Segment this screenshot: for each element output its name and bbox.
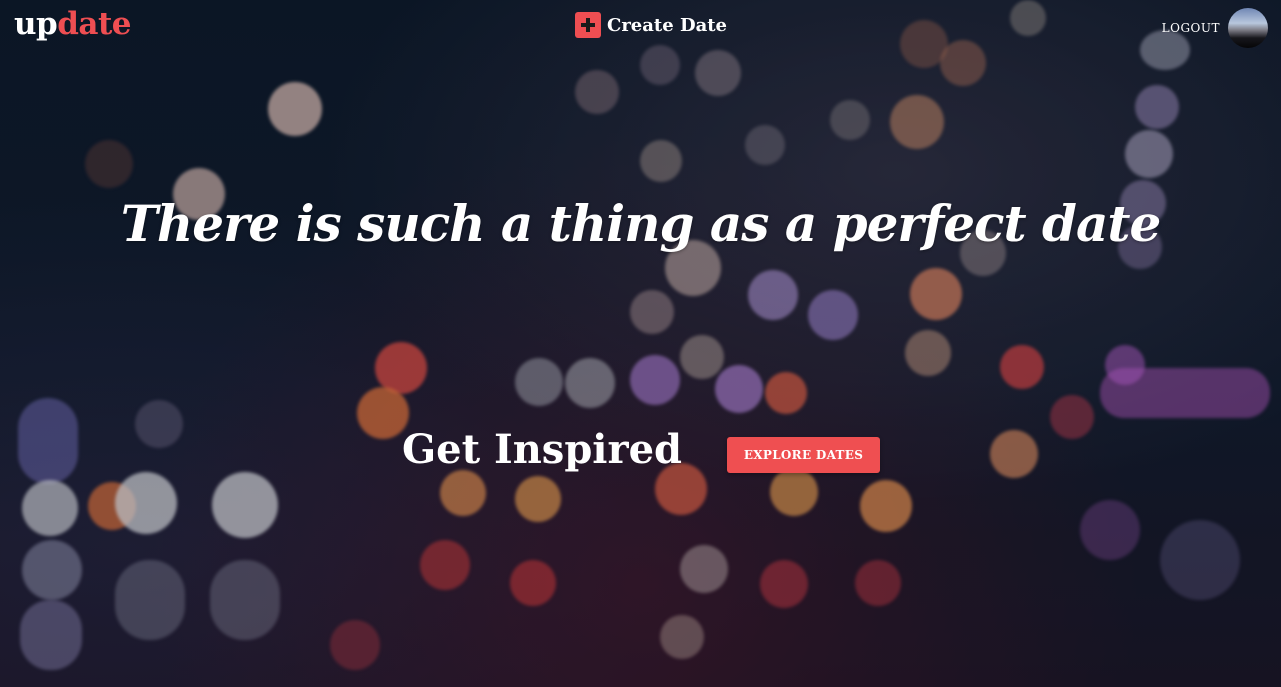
hero-headline: There is such a thing as a perfect date (120, 194, 1162, 253)
get-inspired-text: Get Inspired (402, 426, 682, 473)
user-avatar[interactable] (1228, 8, 1268, 48)
logo-text-date: date (57, 6, 132, 42)
create-date-label: Create Date (607, 14, 727, 36)
hero-background (0, 0, 1281, 687)
user-menu: LOGOUT (1162, 8, 1268, 48)
brand-logo[interactable]: update (14, 6, 132, 42)
plus-icon (575, 12, 601, 38)
create-date-button[interactable]: Create Date (575, 12, 727, 38)
explore-dates-button[interactable]: EXPLORE DATES (727, 437, 880, 473)
logout-link[interactable]: LOGOUT (1162, 21, 1220, 35)
logo-text-up: up (14, 6, 58, 42)
top-nav: update Create Date LOGOUT (0, 0, 1281, 52)
